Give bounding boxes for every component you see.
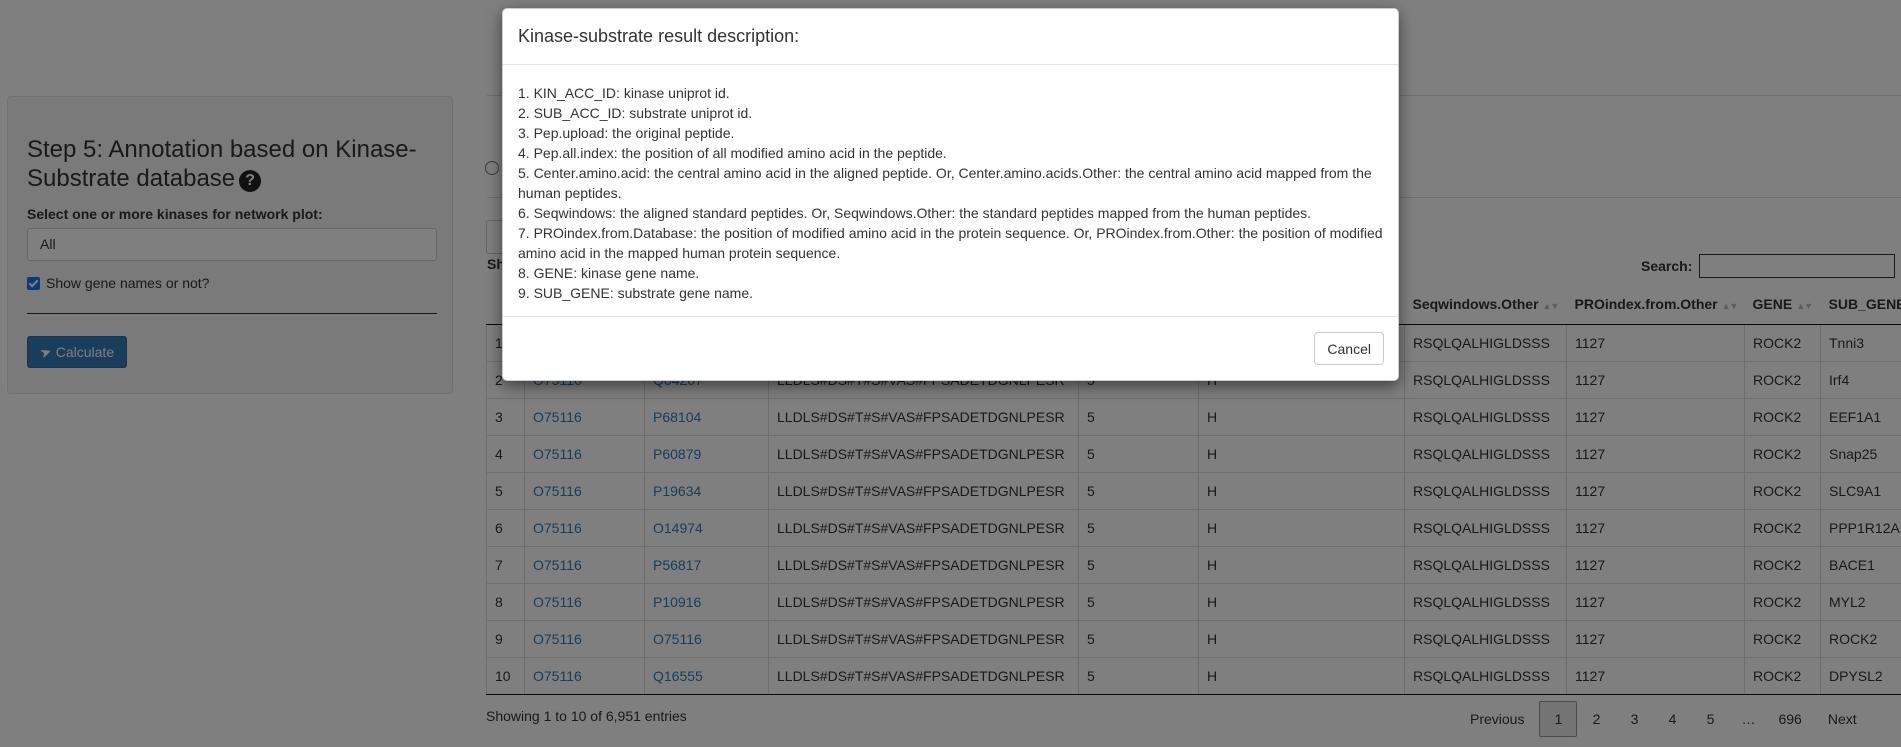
description-line: 7. PROindex.from.Database: the position … (518, 225, 1383, 261)
modal-footer: Cancel (503, 316, 1398, 380)
modal-body: 1. KIN_ACC_ID: kinase uniprot id. 2. SUB… (503, 65, 1398, 315)
cancel-button[interactable]: Cancel (1314, 332, 1384, 365)
modal-header: Kinase-substrate result description: (503, 9, 1398, 65)
description-line: 1. KIN_ACC_ID: kinase uniprot id. (518, 85, 730, 101)
description-line: 6. Seqwindows: the aligned standard pept… (518, 205, 1312, 221)
description-line: 2. SUB_ACC_ID: substrate uniprot id. (518, 105, 753, 121)
modal-title: Kinase-substrate result description: (518, 26, 800, 46)
description-line: 3. Pep.upload: the original peptide. (518, 125, 735, 141)
description-line: 9. SUB_GENE: substrate gene name. (518, 285, 754, 301)
description-line: 4. Pep.all.index: the position of all mo… (518, 145, 947, 161)
description-line: 5. Center.amino.acid: the central amino … (518, 165, 1372, 201)
description-line: 8. GENE: kinase gene name. (518, 265, 700, 281)
description-modal: Kinase-substrate result description: 1. … (502, 8, 1399, 381)
